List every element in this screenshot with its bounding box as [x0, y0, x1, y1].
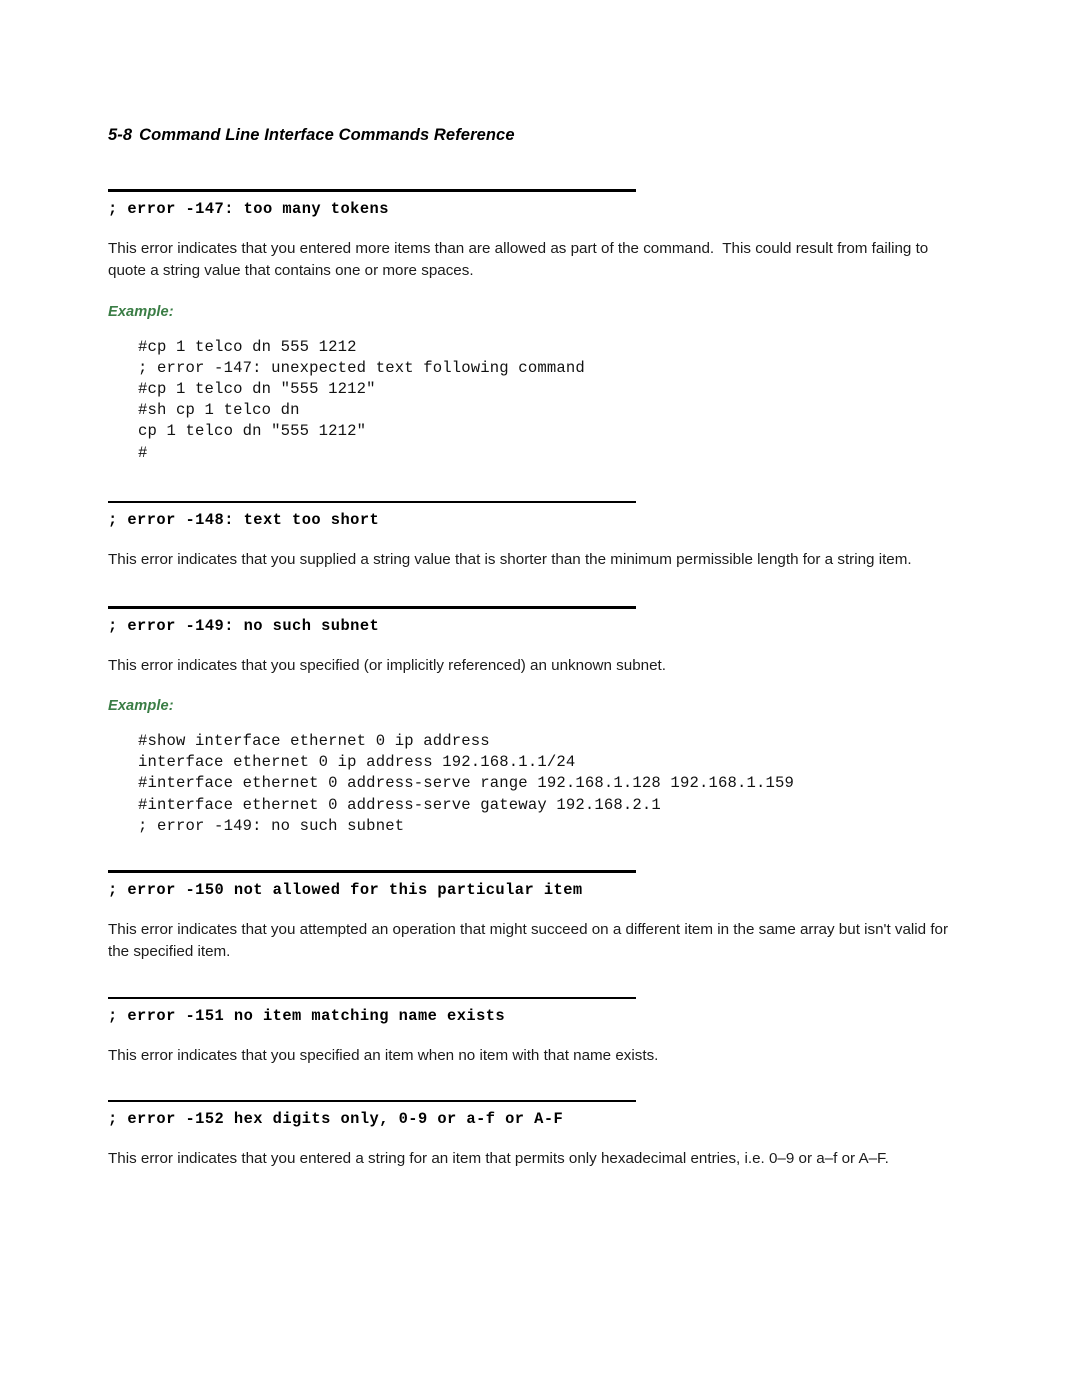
- error-description: This error indicates that you attempted …: [108, 920, 953, 961]
- example-code-block: #show interface ethernet 0 ip address in…: [138, 732, 795, 835]
- error-heading: ; error -147: too many tokens: [108, 199, 389, 218]
- page-running-header: 5-8 Command Line Interface Commands Refer…: [108, 126, 966, 145]
- section-divider-rule: [108, 1099, 636, 1103]
- error-heading: ; error -150 not allowed for this partic…: [108, 880, 583, 899]
- error-description: This error indicates that you supplied a…: [108, 551, 912, 569]
- error-heading: ; error -152 hex digits only, 0-9 or a-f…: [108, 1110, 564, 1129]
- section-divider-rule: [108, 189, 636, 192]
- error-description: This error indicates that you entered mo…: [108, 239, 933, 280]
- page-content: 5-8 Command Line Interface Commands Refer…: [108, 126, 966, 1171]
- error-section-150: ; error -150 not allowed for this partic…: [108, 870, 966, 964]
- section-divider-rule: [108, 605, 636, 609]
- error-heading: ; error -149: no such subnet: [108, 616, 380, 635]
- error-description: This error indicates that you specified …: [108, 656, 666, 674]
- error-heading: ; error -151 no item matching name exist…: [108, 1007, 506, 1026]
- error-description: This error indicates that you specified …: [108, 1047, 659, 1065]
- error-description: This error indicates that you entered a …: [108, 1150, 889, 1168]
- error-section-151: ; error -151 no item matching name exist…: [108, 996, 966, 1068]
- example-label: Example:: [108, 698, 174, 714]
- document-page: 5-8 Command Line Interface Commands Refer…: [0, 0, 1080, 1397]
- page-title: Command Line Interface Commands Referenc…: [139, 126, 515, 144]
- example-label: Example:: [108, 303, 174, 320]
- error-section-149: ; error -149: no such subnet This error …: [108, 605, 966, 837]
- error-section-152: ; error -152 hex digits only, 0-9 or a-f…: [108, 1099, 966, 1171]
- error-section-147: ; error -147: too many tokens This error…: [108, 189, 966, 464]
- section-divider-rule: [108, 500, 636, 504]
- error-section-148: ; error -148: text too short This error …: [108, 500, 966, 572]
- section-divider-rule: [108, 996, 636, 1000]
- page-number: 5-8: [108, 126, 133, 144]
- section-divider-rule: [108, 870, 636, 873]
- example-code-block: #cp 1 telco dn 555 1212 ; error -147: un…: [138, 337, 585, 462]
- error-heading: ; error -148: text too short: [108, 511, 380, 530]
